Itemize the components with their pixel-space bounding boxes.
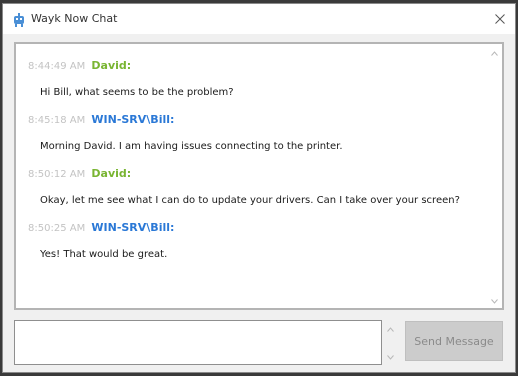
message-sender: WIN-SRV\Bill: bbox=[91, 221, 175, 234]
window-title: Wayk Now Chat bbox=[31, 12, 118, 25]
message-sender: WIN-SRV\Bill: bbox=[91, 113, 175, 126]
message-text: Hi Bill, what seems to be the problem? bbox=[40, 87, 234, 98]
scroll-down-button[interactable] bbox=[486, 294, 502, 308]
message-sender: David: bbox=[91, 167, 132, 180]
message-text: Yes! That would be great. bbox=[40, 249, 168, 260]
message-timestamp: 8:44:49 AM bbox=[28, 61, 86, 72]
chevron-up-icon bbox=[490, 50, 498, 56]
input-scrollbar[interactable] bbox=[383, 320, 397, 365]
chevron-up-icon bbox=[386, 326, 394, 332]
message-sender: David: bbox=[91, 59, 132, 72]
close-icon bbox=[495, 14, 505, 24]
chat-window: Wayk Now Chat 8:44:49 AM David: Hi Bill,… bbox=[2, 3, 516, 373]
close-button[interactable] bbox=[491, 10, 509, 28]
input-scroll-down-button[interactable] bbox=[383, 350, 397, 364]
message-header: 8:44:49 AM David: bbox=[28, 58, 131, 74]
wayk-app-icon bbox=[12, 12, 26, 27]
message-header: 8:50:25 AM WIN-SRV\Bill: bbox=[28, 220, 174, 236]
scroll-up-button[interactable] bbox=[486, 46, 502, 60]
message-list: 8:44:49 AM David: Hi Bill, what seems to… bbox=[16, 44, 486, 308]
chevron-down-icon bbox=[490, 298, 498, 304]
message-input[interactable] bbox=[14, 320, 382, 365]
message-timestamp: 8:50:12 AM bbox=[28, 169, 86, 180]
title-bar: Wayk Now Chat bbox=[3, 4, 515, 34]
message-text: Okay, let me see what I can do to update… bbox=[40, 195, 460, 206]
message-header: 8:45:18 AM WIN-SRV\Bill: bbox=[28, 112, 174, 128]
message-header: 8:50:12 AM David: bbox=[28, 166, 131, 182]
send-message-button[interactable]: Send Message bbox=[405, 321, 503, 361]
chevron-down-icon bbox=[386, 354, 394, 360]
transcript-scrollbar[interactable] bbox=[486, 44, 502, 308]
message-text: Morning David. I am having issues connec… bbox=[40, 141, 343, 152]
chat-transcript[interactable]: 8:44:49 AM David: Hi Bill, what seems to… bbox=[14, 42, 504, 310]
input-scroll-up-button[interactable] bbox=[383, 322, 397, 336]
message-timestamp: 8:50:25 AM bbox=[28, 223, 86, 234]
message-timestamp: 8:45:18 AM bbox=[28, 115, 86, 126]
